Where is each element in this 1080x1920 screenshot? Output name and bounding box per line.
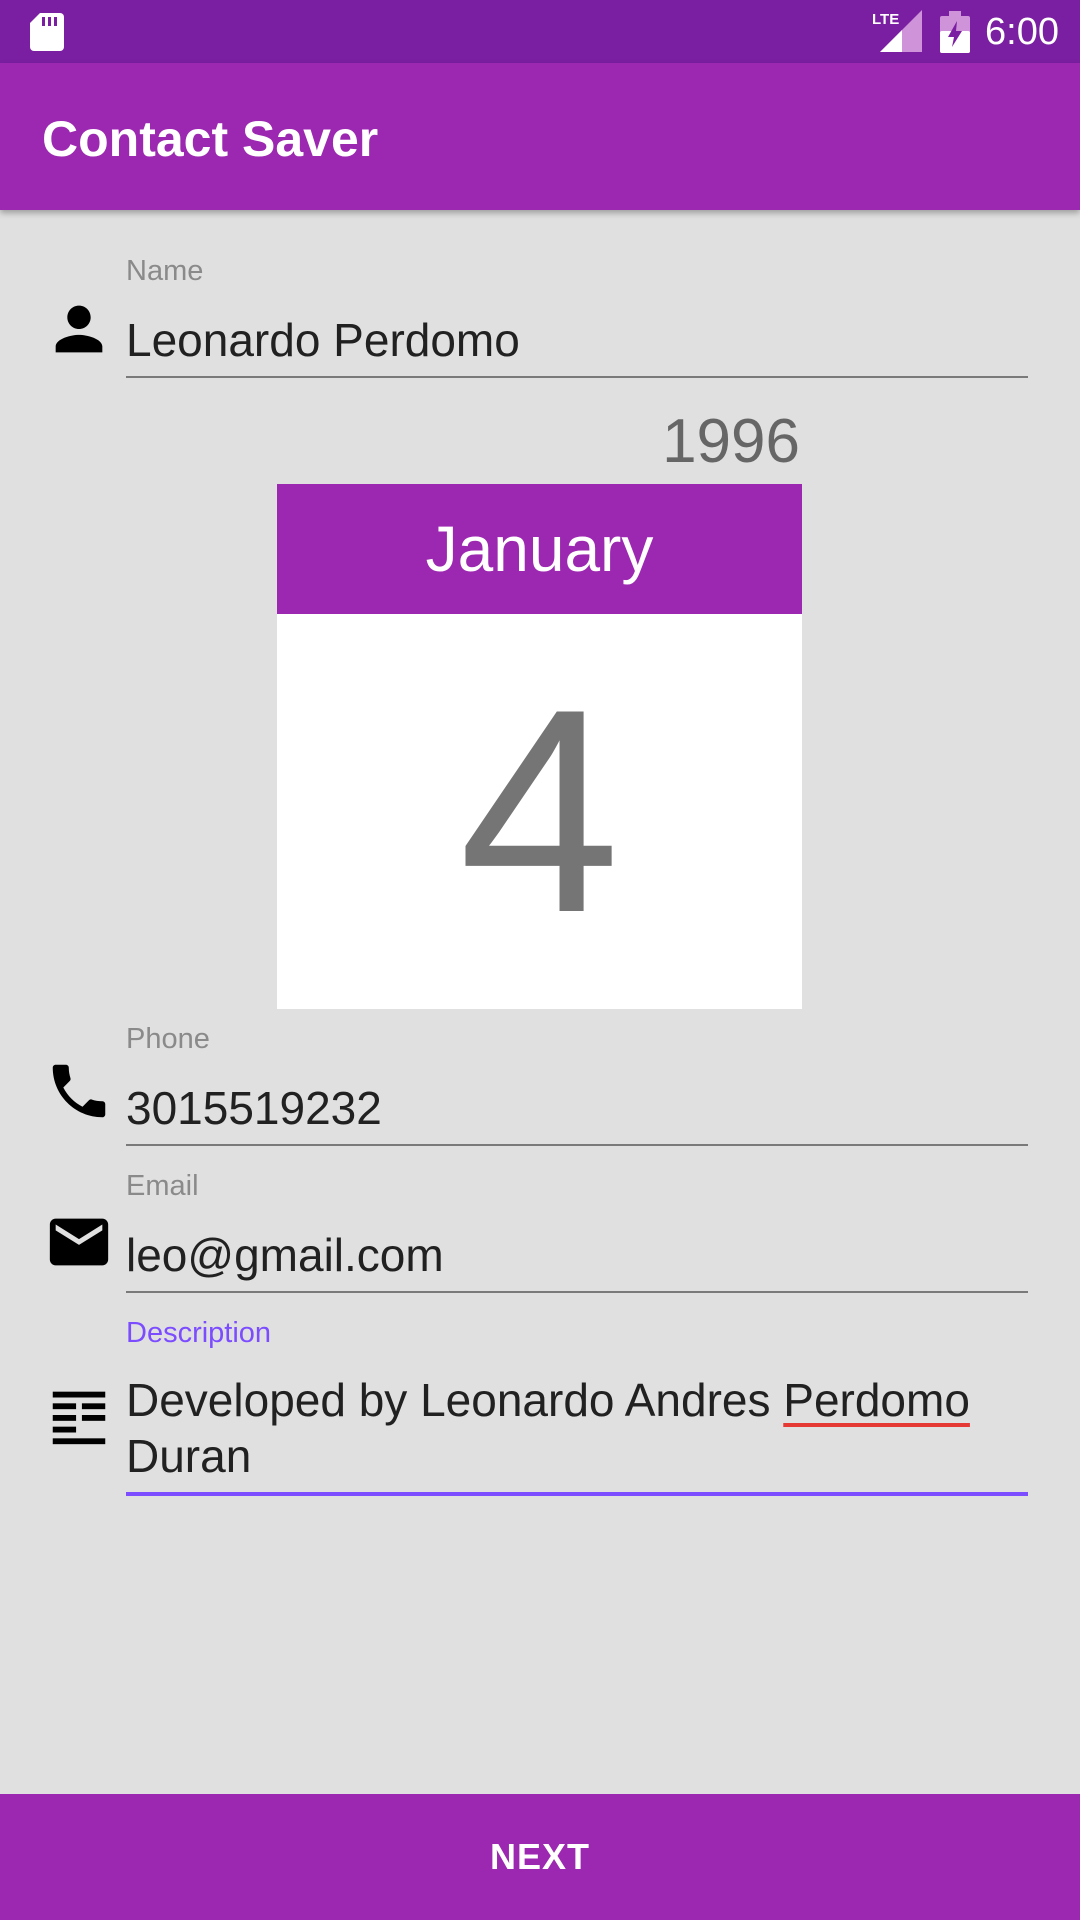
phone-label: Phone <box>126 1023 210 1055</box>
email-label: Email <box>126 1170 199 1202</box>
name-field[interactable]: Name Leonardo Perdomo <box>0 250 1080 380</box>
birth-day: 4 <box>277 614 802 1009</box>
network-type-label: LTE <box>872 11 899 28</box>
name-label: Name <box>126 255 204 287</box>
email-underline <box>126 1291 1028 1293</box>
description-input[interactable]: Developed by Leonardo Andres Perdomo Dur… <box>126 1372 1028 1484</box>
phone-field[interactable]: Phone 3015519232 <box>0 1018 1080 1148</box>
phone-input[interactable]: 3015519232 <box>126 1080 382 1136</box>
birthdate-calendar[interactable]: January 4 <box>277 484 802 1009</box>
phone-underline <box>126 1144 1028 1146</box>
description-text-end: Duran <box>126 1430 252 1482</box>
next-button[interactable]: NEXT <box>0 1794 1080 1920</box>
app-bar: Contact Saver <box>0 63 1080 210</box>
description-text: Developed by Leonardo Andres <box>126 1374 784 1426</box>
status-clock: 6:00 <box>985 11 1059 53</box>
birth-year[interactable]: 1996 <box>650 404 800 480</box>
name-underline <box>126 376 1028 378</box>
description-icon <box>52 1391 106 1445</box>
email-input[interactable]: leo@gmail.com <box>126 1227 444 1283</box>
mail-icon <box>49 1218 109 1266</box>
description-label: Description <box>126 1317 272 1349</box>
person-icon <box>55 305 103 353</box>
description-underline-focused <box>126 1492 1028 1496</box>
lte-signal-icon: LTE <box>872 10 922 52</box>
battery-charging-icon <box>940 11 970 53</box>
app-title: Contact Saver <box>42 111 379 167</box>
birth-month: January <box>277 484 802 614</box>
phone-icon <box>52 1064 106 1118</box>
email-field[interactable]: Email leo@gmail.com <box>0 1165 1080 1295</box>
misspelled-word: Perdomo <box>783 1374 970 1426</box>
status-bar: LTE 6:00 <box>0 0 1080 63</box>
name-input[interactable]: Leonardo Perdomo <box>126 312 520 368</box>
sd-card-icon <box>30 13 64 51</box>
